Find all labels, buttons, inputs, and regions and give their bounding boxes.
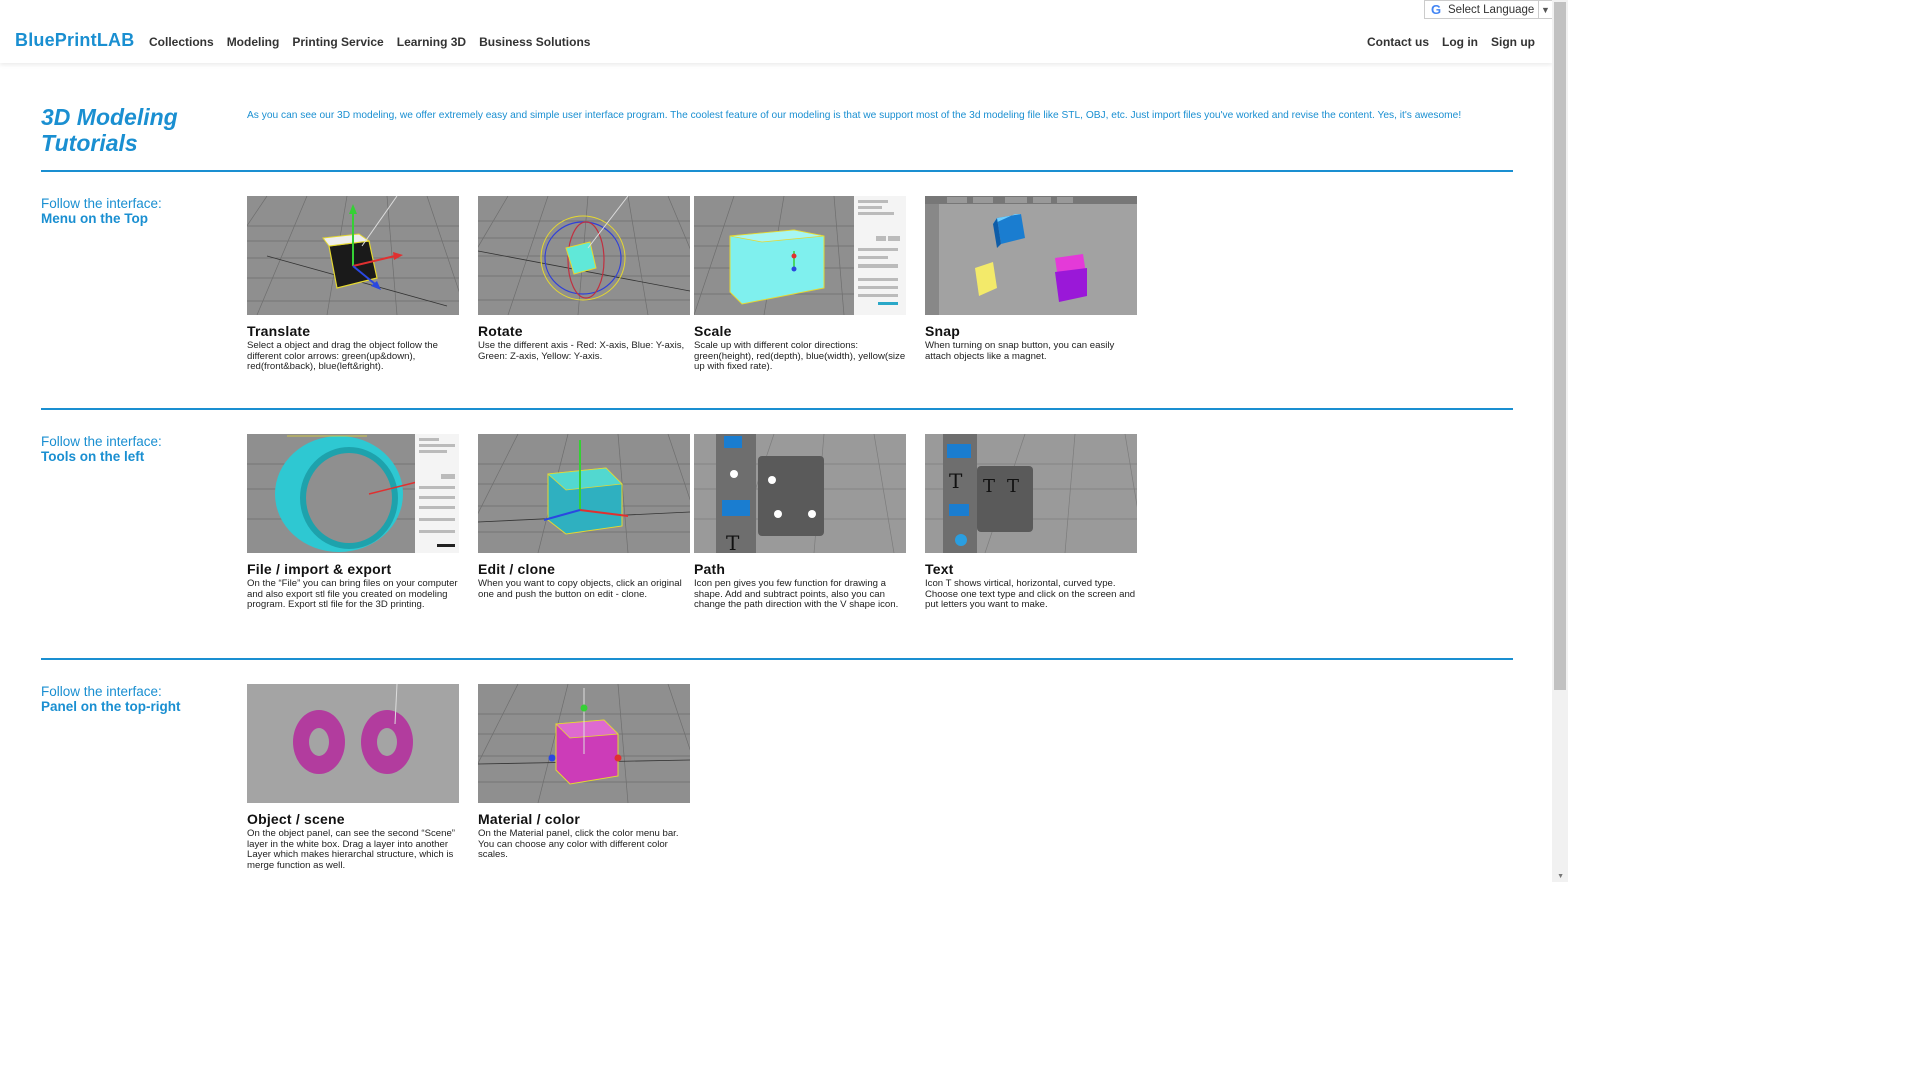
card-title[interactable]: File / import & export <box>247 562 459 577</box>
nav-learning-3d[interactable]: Learning 3D <box>397 35 466 49</box>
section-divider <box>41 408 1513 410</box>
card-description: Icon T shows virtical, horizontal, curve… <box>925 578 1136 611</box>
intro-text: As you can see our 3D modeling, we offer… <box>247 110 1462 121</box>
scale-thumbnail[interactable] <box>694 196 906 315</box>
section-divider <box>41 658 1513 660</box>
section-label-name: Panel on the top-right <box>41 699 181 714</box>
tutorial-card-path[interactable]: T Path Icon pen gives you few function f… <box>694 434 906 611</box>
card-description: Use the different axis - Red: X-axis, Bl… <box>478 340 685 362</box>
tutorial-card-rotate[interactable]: Rotate Use the different axis - Red: X-a… <box>478 196 690 362</box>
card-title[interactable]: Scale <box>694 324 906 339</box>
tutorial-card-object-scene[interactable]: Object / scene On the object panel, can … <box>247 684 459 871</box>
card-title[interactable]: Snap <box>925 324 1137 339</box>
tutorial-card-edit-clone[interactable]: Edit / clone When you want to copy objec… <box>478 434 690 600</box>
card-description: When you want to copy objects, click an … <box>478 578 682 600</box>
tutorial-card-material-color[interactable]: Material / color On the Material panel, … <box>478 684 690 861</box>
rotate-thumbnail[interactable] <box>478 196 690 315</box>
card-title[interactable]: Text <box>925 562 1137 577</box>
tutorial-card-file-import-export[interactable]: File / import & export On the “File” you… <box>247 434 459 611</box>
nav-log-in[interactable]: Log in <box>1442 35 1478 49</box>
card-title[interactable]: Path <box>694 562 906 577</box>
scroll-down-arrow-icon[interactable]: ▼ <box>1557 873 1564 880</box>
card-description: Select a object and drag the object foll… <box>247 340 438 373</box>
card-title[interactable]: Object / scene <box>247 812 459 827</box>
page-title: 3D Modeling Tutorials <box>41 104 178 156</box>
section-label-menu-top: Follow the interface: Menu on the Top <box>41 196 162 226</box>
tutorial-card-text[interactable]: T T T Text Icon T shows virtical, horizo… <box>925 434 1137 611</box>
page-scrollbar[interactable]: ▼ <box>1552 0 1568 882</box>
card-description: On the object panel, can see the second … <box>247 828 455 871</box>
card-title[interactable]: Rotate <box>478 324 690 339</box>
chevron-down-icon: ▼ <box>1538 1 1552 18</box>
material-thumbnail[interactable] <box>478 684 690 803</box>
scrollbar-thumb[interactable] <box>1554 2 1566 690</box>
section-label-prefix: Follow the interface: <box>41 196 162 211</box>
text-thumbnail[interactable]: T T T <box>925 434 1137 553</box>
card-title[interactable]: Edit / clone <box>478 562 690 577</box>
site-logo[interactable]: BluePrintLAB <box>15 30 134 51</box>
tutorial-card-translate[interactable]: Translate Select a object and drag the o… <box>247 196 459 373</box>
torus-thumbnail[interactable] <box>247 684 459 803</box>
card-description: Scale up with different color directions… <box>694 340 906 373</box>
nav-printing-service[interactable]: Printing Service <box>292 35 383 49</box>
nav-contact-us[interactable]: Contact us <box>1367 35 1429 49</box>
account-nav: Contact us Log in Sign up <box>1367 35 1535 49</box>
nav-business-solutions[interactable]: Business Solutions <box>479 35 590 49</box>
svg-text:T: T <box>983 476 995 497</box>
path-thumbnail[interactable]: T <box>694 434 906 553</box>
clone-thumbnail[interactable] <box>478 434 690 553</box>
section-divider <box>41 170 1513 172</box>
tutorial-card-snap[interactable]: Snap When turning on snap button, you ca… <box>925 196 1137 362</box>
section-label-prefix: Follow the interface: <box>41 434 162 449</box>
logo-text-blueprint: BluePrint <box>15 30 97 50</box>
language-selector[interactable]: G Select Language ▼ <box>1424 0 1553 19</box>
card-description: On the “File” you can bring files on you… <box>247 578 458 611</box>
section-label-tools-left: Follow the interface: Tools on the left <box>41 434 162 464</box>
section-label-name: Tools on the left <box>41 449 145 464</box>
translate-thumbnail[interactable] <box>247 196 459 315</box>
section-label-name: Menu on the Top <box>41 211 148 226</box>
section-label-prefix: Follow the interface: <box>41 684 162 699</box>
card-description: Icon pen gives you few function for draw… <box>694 578 899 611</box>
snap-thumbnail[interactable] <box>925 196 1137 315</box>
svg-text:T: T <box>726 531 740 553</box>
card-title[interactable]: Translate <box>247 324 459 339</box>
nav-collections[interactable]: Collections <box>149 35 214 49</box>
card-description: On the Material panel, click the color m… <box>478 828 679 861</box>
nav-sign-up[interactable]: Sign up <box>1491 35 1535 49</box>
ring-thumbnail[interactable] <box>247 434 459 553</box>
section-label-panel-top-right: Follow the interface: Panel on the top-r… <box>41 684 181 714</box>
svg-text:T: T <box>949 469 963 493</box>
tutorial-card-scale[interactable]: Scale Scale up with different color dire… <box>694 196 906 373</box>
logo-text-lab: LAB <box>96 30 135 50</box>
svg-text:T: T <box>1007 476 1019 497</box>
main-nav: Collections Modeling Printing Service Le… <box>149 35 590 49</box>
top-navigation-bar: BluePrintLAB Collections Modeling Printi… <box>0 0 1552 63</box>
card-title[interactable]: Material / color <box>478 812 690 827</box>
language-label: Select Language <box>1448 3 1535 16</box>
nav-modeling[interactable]: Modeling <box>227 35 280 49</box>
google-icon: G <box>1430 2 1442 17</box>
card-description: When turning on snap button, you can eas… <box>925 340 1115 362</box>
